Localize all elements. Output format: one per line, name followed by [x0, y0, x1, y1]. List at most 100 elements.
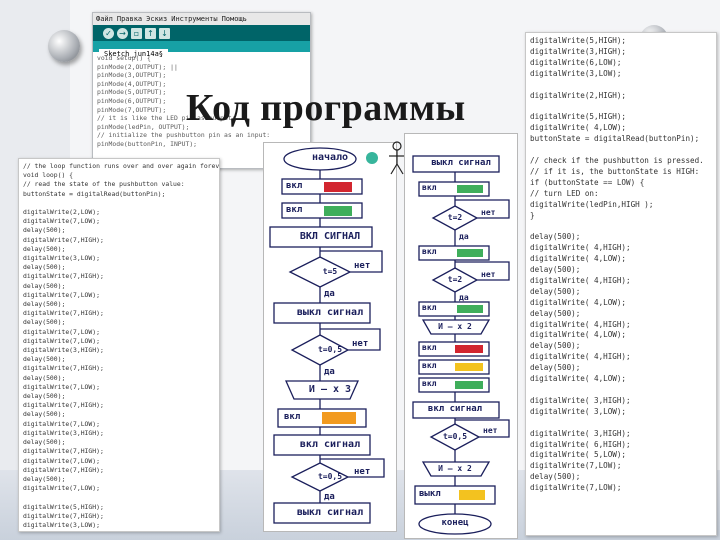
code-line: if (buttonState == LOW) {	[530, 177, 645, 187]
code-line: digitalWrite(3,HIGH);	[23, 346, 104, 355]
menu-edit[interactable]: Правка	[117, 15, 142, 23]
menu-tools[interactable]: Инструменты	[171, 15, 217, 23]
code-line: digitalWrite(7,HIGH);	[23, 447, 104, 456]
code-line: digitalWrite(3,LOW);	[23, 520, 100, 529]
flowchart-right: выкл сигнал вкл нет t=2 да вкл нет t=2 д…	[404, 133, 518, 539]
code-line: // initialize the pushbutton pin as an i…	[97, 131, 271, 140]
green-led-swatch	[457, 249, 483, 257]
code-line: digitalWrite( 4,LOW);	[530, 330, 627, 340]
code-line: digitalWrite(5,HIGH);	[23, 502, 104, 511]
on-label: вкл	[422, 247, 437, 256]
code-line: delay(500);	[23, 244, 66, 253]
code-line: digitalWrite(2,LOW);	[23, 208, 100, 217]
flowchart-left: начало вкл вкл ВКЛ СИГНАЛ t=5 нет да вык…	[263, 142, 397, 532]
green-led-swatch	[457, 185, 483, 193]
no-label: нет	[352, 339, 369, 349]
code-line: digitalWrite( 4,HIGH);	[530, 243, 631, 253]
code-line: // turn LED on:	[530, 188, 599, 198]
code-line: digitalWrite(7,HIGH);	[23, 309, 104, 318]
code-line: digitalWrite(7,LOW);	[23, 530, 219, 531]
no-label: нет	[354, 261, 371, 271]
code-line: digitalWrite(7,LOW);	[23, 456, 100, 465]
code-line: digitalWrite( 3,HIGH);	[530, 395, 631, 405]
code-line: buttonState = digitalRead(buttonPin);	[23, 189, 166, 198]
code-line: digitalWrite( 5,LOW);	[530, 450, 627, 460]
code-line: // if it is, the buttonState is HIGH:	[530, 166, 700, 176]
page-title: Код программы	[186, 87, 466, 129]
code-line: delay(500);	[23, 300, 66, 309]
signal-off-label: выкл сигнал	[296, 507, 364, 518]
code-line: digitalWrite(2,HIGH);	[530, 90, 627, 100]
check-icon[interactable]: ✓	[103, 27, 114, 39]
code-line: delay(500);	[530, 472, 581, 482]
code-line: digitalWrite(7,HIGH);	[23, 511, 104, 520]
code-line: delay(500);	[23, 438, 66, 447]
code-line: delay(500);	[23, 392, 66, 401]
green-led-swatch	[324, 206, 352, 216]
code-line: digitalWrite(7,LOW);	[23, 419, 100, 428]
yes-label: да	[324, 289, 335, 299]
code-line: digitalWrite(5,HIGH);	[530, 112, 627, 122]
code-line: delay(500);	[530, 265, 581, 275]
end-label: конец	[441, 518, 469, 528]
code-line: digitalWrite( 3,HIGH);	[530, 428, 631, 438]
menu-help[interactable]: Помощь	[222, 15, 247, 23]
signal-off-label: выкл сигнал	[296, 307, 364, 318]
red-led-swatch	[455, 345, 483, 353]
save-icon[interactable]: ↓	[159, 27, 170, 39]
code-line: digitalWrite(ledPin,HIGH );	[530, 199, 654, 209]
red-led-swatch	[324, 182, 352, 192]
code-line: pinMode(3,OUTPUT);	[97, 71, 167, 80]
loop-label: И – х 2	[438, 322, 472, 331]
code-line: delay(500);	[23, 281, 66, 290]
code-line: digitalWrite(5,HIGH);	[530, 36, 627, 45]
code-line: pinMode(2,OUTPUT); ||	[97, 62, 178, 71]
code-line: digitalWrite(3,HIGH);	[530, 46, 627, 56]
yellow-led-swatch	[455, 363, 483, 371]
on-label: вкл	[422, 303, 437, 312]
no-label: нет	[354, 467, 371, 477]
code-line: digitalWrite(7,LOW);	[23, 217, 100, 226]
flowchart-right-drawing	[412, 155, 510, 535]
on-label: вкл	[422, 361, 437, 370]
condition-label: t=2	[447, 275, 463, 284]
code-line: digitalWrite(6,LOW);	[530, 57, 622, 67]
code-line: digitalWrite( 4,HIGH);	[530, 319, 631, 329]
left-code-lines: // the loop function runs over and over …	[19, 159, 219, 531]
menu-sketch[interactable]: Эскиз	[146, 15, 167, 23]
code-line: delay(500);	[23, 318, 66, 327]
code-line: digitalWrite(7,HIGH);	[23, 364, 104, 373]
code-line: digitalWrite( 4,LOW);	[530, 297, 627, 307]
code-line: void loop() {	[23, 171, 74, 180]
code-line: delay(500);	[23, 355, 66, 364]
on-label: вкл	[422, 183, 437, 192]
open-icon[interactable]: ↑	[145, 27, 156, 39]
code-line: delay(500);	[530, 363, 581, 373]
green-dot-icon	[366, 152, 378, 164]
code-line: digitalWrite(3,LOW);	[530, 68, 622, 78]
arrow-right-icon[interactable]: →	[117, 27, 128, 39]
menu-file[interactable]: Файл	[96, 15, 113, 23]
on-label: вкл	[286, 181, 303, 191]
code-line: // check if the pushbutton is pressed.	[530, 155, 704, 165]
orange-led-swatch	[322, 412, 356, 424]
yes-label: да	[459, 293, 469, 302]
right-code-panel: digitalWrite(5,HIGH); digitalWrite(3,HIGH…	[525, 32, 717, 536]
code-line: buttonState = digitalRead(buttonPin);	[530, 134, 700, 144]
pushpin-icon	[48, 30, 80, 62]
code-line: digitalWrite(7,LOW);	[530, 483, 622, 493]
on-label: вкл	[284, 412, 301, 422]
condition-label: t=0,5	[317, 472, 343, 481]
code-line: delay(500);	[23, 373, 66, 382]
off-label: выкл	[419, 489, 441, 499]
new-file-icon[interactable]: ▫	[131, 27, 142, 39]
yes-label: да	[459, 232, 469, 241]
code-line: digitalWrite(7,HIGH);	[23, 235, 104, 244]
loop-label: И – х 3	[308, 384, 352, 395]
code-line: digitalWrite(7,LOW);	[23, 484, 100, 493]
code-line: delay(500);	[530, 308, 581, 318]
